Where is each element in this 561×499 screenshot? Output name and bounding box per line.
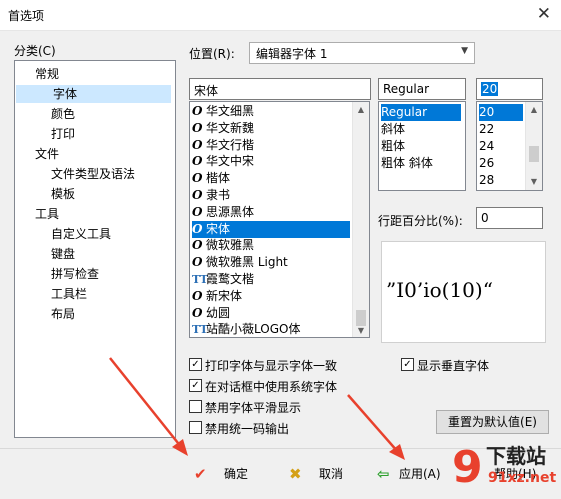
watermark-url: 91xz.net — [488, 470, 557, 486]
annotation-arrows — [109, 357, 405, 460]
annotation-arrow-apply — [347, 394, 399, 453]
logo-mark-icon: 9 — [452, 442, 483, 493]
watermark-logo: 9 下载站 91xz.net — [452, 438, 561, 499]
arrowhead-icon — [389, 444, 405, 460]
watermark-title: 下载站 — [486, 444, 546, 468]
annotation-arrow-ok — [109, 357, 183, 449]
arrowhead-icon — [172, 439, 188, 456]
